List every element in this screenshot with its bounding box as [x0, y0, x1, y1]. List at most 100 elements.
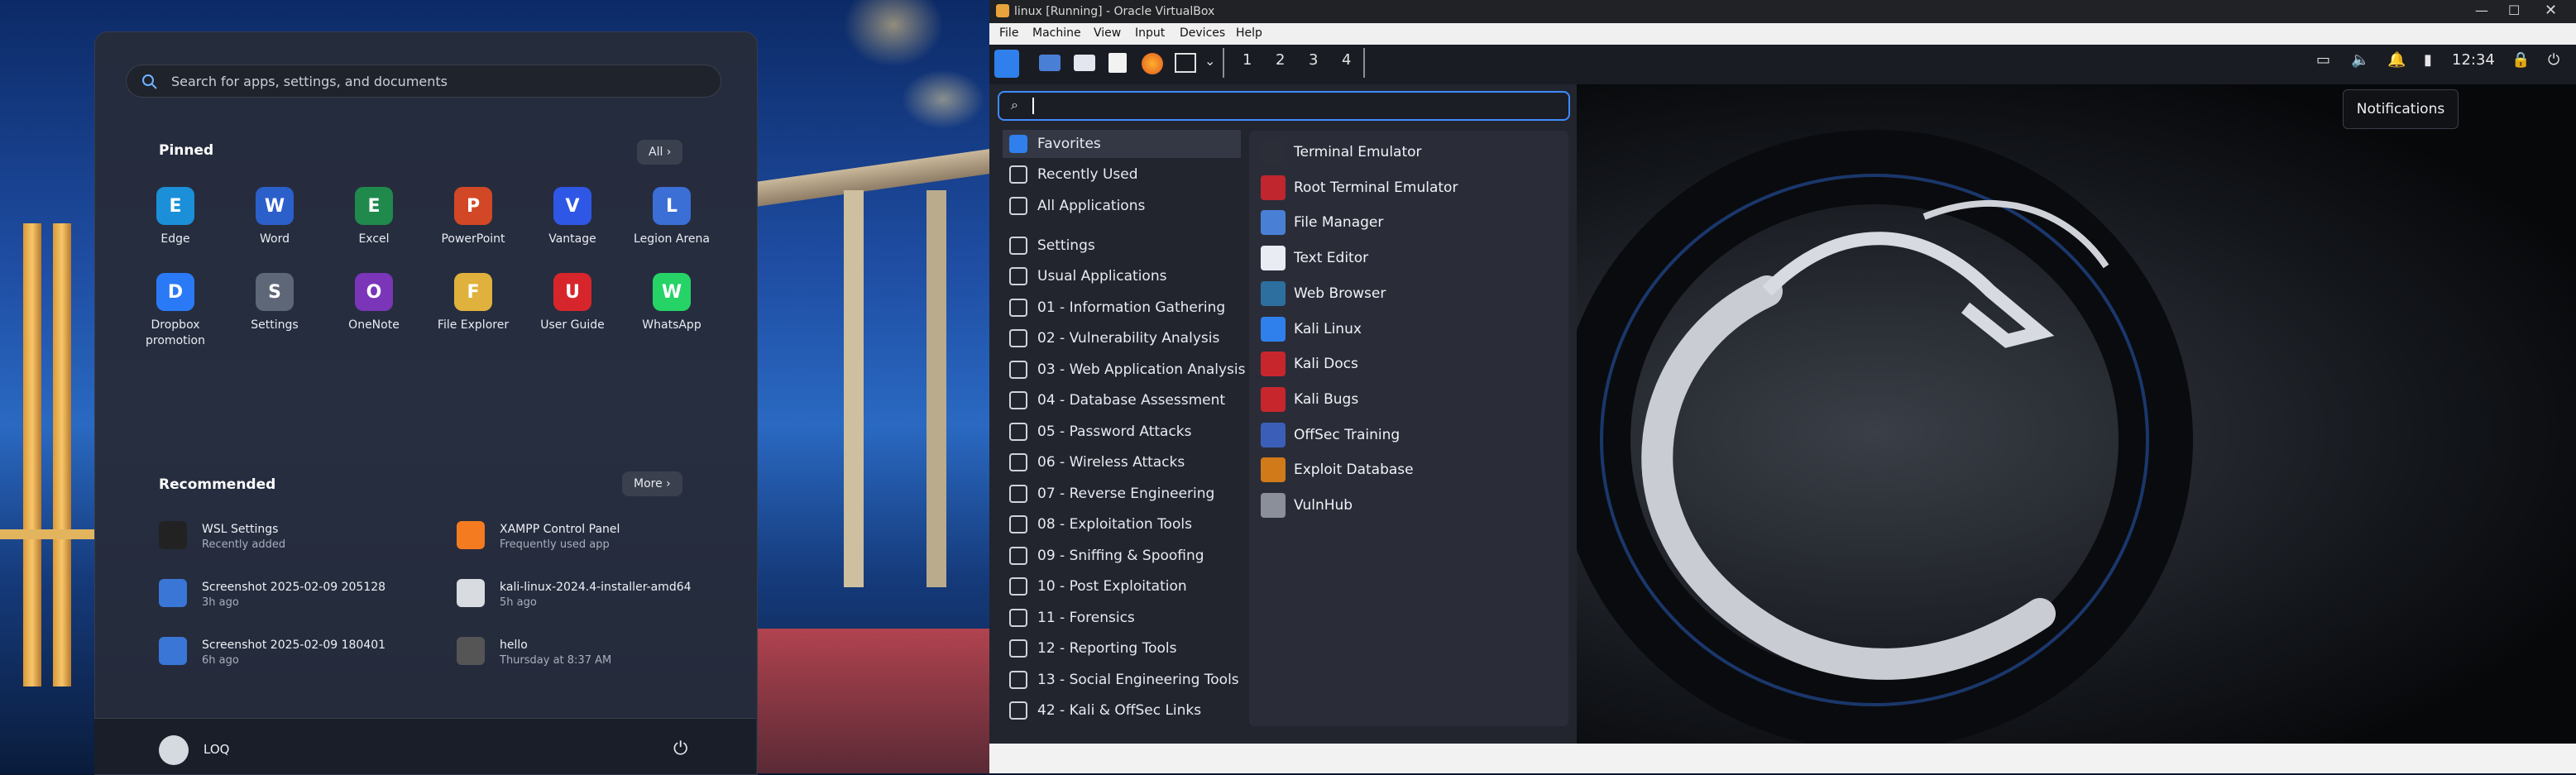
all-apps-button[interactable]: All › [637, 140, 683, 165]
favorite-terminal-emulator[interactable]: Terminal Emulator [1261, 136, 1422, 168]
clock[interactable]: 12:34 [2452, 51, 2495, 69]
category-1[interactable]: Favorites [1003, 130, 1241, 158]
firefox-icon[interactable] [1142, 53, 1163, 74]
close-button[interactable]: ✕ [2545, 2, 2557, 19]
kali-docs-icon [1261, 352, 1286, 377]
maximize-button[interactable]: ☐ [2508, 2, 2520, 18]
chevron-down-icon[interactable]: ⌄ [1204, 53, 1215, 69]
category-icon [1009, 577, 1027, 596]
bell-icon[interactable]: 🔔 [2387, 51, 2406, 69]
text-editor-icon[interactable] [1108, 53, 1127, 73]
favorite-vulnhub[interactable]: VulnHub [1261, 490, 1353, 521]
pinned-app-excel[interactable]: E Excel [324, 187, 424, 247]
workspace-2[interactable]: 2 [1276, 51, 1285, 69]
minimize-button[interactable]: — [2475, 2, 2488, 18]
favorite-kali-docs[interactable]: Kali Docs [1261, 348, 1358, 380]
recommended-item[interactable]: WSL Settings Recently added [159, 521, 285, 553]
pinned-app-edge[interactable]: E Edge [126, 187, 225, 247]
menu-file[interactable]: File [999, 26, 1018, 40]
pinned-app-file-explorer[interactable]: F File Explorer [424, 273, 523, 333]
recommended-subtitle: 3h ago [202, 596, 239, 609]
logout-icon[interactable]: ⏻ [2548, 51, 2559, 69]
pinned-app-word[interactable]: W Word [225, 187, 324, 247]
pinned-app-legion-arena[interactable]: L Legion Arena [622, 187, 721, 247]
category-label: 10 - Post Exploitation [1037, 578, 1187, 595]
category-icon [1009, 197, 1027, 215]
pinned-app-onenote[interactable]: O OneNote [324, 273, 424, 333]
menu-devices[interactable]: Devices [1180, 26, 1225, 40]
recommended-subtitle: Frequently used app [500, 538, 610, 551]
category-11[interactable]: 06 - Wireless Attacks [1009, 448, 1185, 476]
category-17[interactable]: 12 - Reporting Tools [1009, 634, 1177, 663]
terminal-icon[interactable] [1175, 53, 1196, 73]
recommended-item[interactable]: Screenshot 2025-02-09 180401 6h ago [159, 637, 385, 668]
show-desktop-icon[interactable] [1039, 55, 1061, 71]
recommended-item[interactable]: Screenshot 2025-02-09 205128 3h ago [159, 579, 385, 610]
user-name[interactable]: LOQ [203, 742, 229, 757]
category-16[interactable]: 11 - Forensics [1009, 604, 1135, 632]
favorite-root-terminal-emulator[interactable]: Root Terminal Emulator [1261, 172, 1458, 203]
category-label: 13 - Social Engineering Tools [1037, 672, 1239, 688]
category-icon [1009, 267, 1027, 285]
category-15[interactable]: 10 - Post Exploitation [1009, 572, 1187, 600]
recommended-item[interactable]: hello Thursday at 8:37 AM [457, 637, 611, 668]
offsec-icon [1261, 422, 1286, 447]
pinned-app-whatsapp[interactable]: W WhatsApp [622, 273, 721, 333]
start-user-bar: LOQ ⏻ [94, 718, 756, 774]
category-4[interactable]: Settings [1009, 232, 1095, 260]
separator [1223, 48, 1224, 78]
menu-machine[interactable]: Machine [1032, 26, 1081, 40]
category-2[interactable]: Recently Used [1009, 160, 1138, 189]
pinned-app-vantage[interactable]: V Vantage [523, 187, 622, 247]
workspace-1[interactable]: 1 [1243, 51, 1252, 69]
menu-help[interactable]: Help [1236, 26, 1262, 40]
category-7[interactable]: 02 - Vulnerability Analysis [1009, 324, 1219, 352]
recommended-title: WSL Settings [202, 523, 279, 536]
display-icon[interactable]: ▭ [2316, 51, 2330, 69]
favorite-exploit-database[interactable]: Exploit Database [1261, 454, 1414, 486]
pinned-app-powerpoint[interactable]: P PowerPoint [424, 187, 523, 247]
category-14[interactable]: 09 - Sniffing & Spoofing [1009, 542, 1204, 570]
more-button[interactable]: More › [622, 471, 682, 496]
category-5[interactable]: Usual Applications [1009, 262, 1166, 290]
power-icon[interactable]: ⏻ [673, 739, 687, 759]
lock-icon[interactable]: 🔒 [2511, 51, 2530, 69]
category-icon [1009, 135, 1027, 153]
favorite-file-manager[interactable]: File Manager [1261, 207, 1383, 238]
menu-view[interactable]: View [1094, 26, 1121, 40]
category-19[interactable]: 42 - Kali & OffSec Links [1009, 696, 1201, 725]
category-10[interactable]: 05 - Password Attacks [1009, 418, 1192, 446]
kali-menu-button[interactable] [994, 50, 1019, 78]
app-label: Excel [358, 232, 390, 246]
category-12[interactable]: 07 - Reverse Engineering [1009, 480, 1214, 508]
volume-icon[interactable]: 🔈 [2351, 51, 2369, 69]
favorite-web-browser[interactable]: Web Browser [1261, 278, 1386, 309]
favorite-kali-linux[interactable]: Kali Linux [1261, 313, 1362, 345]
favorite-label: Root Terminal Emulator [1294, 179, 1458, 196]
category-3[interactable]: All Applications [1009, 192, 1145, 220]
category-label: 09 - Sniffing & Spoofing [1037, 548, 1204, 564]
pinned-app-user-guide[interactable]: U User Guide [523, 273, 622, 333]
kali-linux-icon [1261, 316, 1286, 342]
category-13[interactable]: 08 - Exploitation Tools [1009, 510, 1192, 538]
category-9[interactable]: 04 - Database Assessment [1009, 386, 1225, 414]
category-18[interactable]: 13 - Social Engineering Tools [1009, 666, 1239, 694]
menu-input[interactable]: Input [1135, 26, 1165, 40]
favorite-offsec-training[interactable]: OffSec Training [1261, 419, 1400, 451]
workspace-3[interactable]: 3 [1309, 51, 1318, 69]
avatar[interactable] [159, 735, 189, 765]
pinned-app-dropbox-promotion[interactable]: D Dropbox promotion [126, 273, 225, 349]
start-search-box[interactable]: Search for apps, settings, and documents [126, 65, 721, 98]
kali-search-input[interactable]: ⌕ [998, 91, 1570, 121]
recommended-item[interactable]: XAMPP Control Panel Frequently used app [457, 521, 620, 553]
pinned-app-settings[interactable]: S Settings [225, 273, 324, 333]
favorite-text-editor[interactable]: Text Editor [1261, 242, 1368, 274]
favorite-kali-bugs[interactable]: Kali Bugs [1261, 384, 1358, 415]
battery-icon[interactable]: ▮ [2424, 51, 2432, 69]
category-label: 42 - Kali & OffSec Links [1037, 702, 1202, 719]
workspace-4[interactable]: 4 [1342, 51, 1351, 69]
category-6[interactable]: 01 - Information Gathering [1009, 294, 1225, 322]
file-manager-icon[interactable] [1074, 55, 1095, 71]
category-8[interactable]: 03 - Web Application Analysis [1009, 356, 1245, 384]
recommended-item[interactable]: kali-linux-2024.4-installer-amd64 5h ago [457, 579, 692, 610]
